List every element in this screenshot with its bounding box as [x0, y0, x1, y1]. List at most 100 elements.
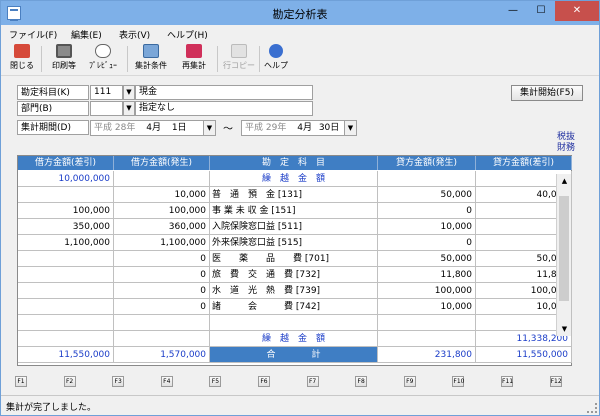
- account-label: 勘定科目(K): [17, 85, 89, 100]
- dept-dropdown-icon[interactable]: ▼: [123, 101, 135, 116]
- table-cell-account[interactable]: 普 通 預 金 [131]: [210, 187, 378, 203]
- print-button[interactable]: 印刷等: [47, 44, 81, 74]
- table-cell-account[interactable]: 外来保険窓口益 [515]: [210, 235, 378, 251]
- fkey-f6[interactable]: F6: [258, 376, 270, 387]
- close-icon: [14, 44, 30, 58]
- table-cell-dr-gross[interactable]: [114, 315, 210, 331]
- table-cell-account[interactable]: 繰 越 金 額: [210, 171, 378, 187]
- table-cell-cr-gross[interactable]: 100,000: [378, 283, 476, 299]
- scroll-thumb[interactable]: [559, 196, 569, 301]
- table-cell-dr-net[interactable]: [18, 267, 114, 283]
- fkey-f9[interactable]: F9: [403, 376, 416, 387]
- title-bar[interactable]: 勘定分析表 — ☐ ✕: [1, 1, 599, 25]
- table-cell-dr-net[interactable]: [18, 299, 114, 315]
- function-key-bar: F1 F2 F3 F4 F5 F6 F7 F8 F9 F10 F11 F12: [1, 373, 599, 391]
- table-cell-dr-gross[interactable]: 0: [114, 299, 210, 315]
- table-cell-cr-gross[interactable]: 11,800: [378, 267, 476, 283]
- table-cell-dr-net[interactable]: 1,100,000: [18, 235, 114, 251]
- table-cell-dr-net[interactable]: 350,000: [18, 219, 114, 235]
- scroll-down-icon[interactable]: ▼: [557, 322, 572, 336]
- table-cell-cr-gross[interactable]: [378, 171, 476, 187]
- table-cell-dr-gross[interactable]: 10,000: [114, 187, 210, 203]
- table-cell-account[interactable]: 旅 費 交 通 費 [732]: [210, 267, 378, 283]
- fkey-f5[interactable]: F5: [209, 376, 222, 387]
- table-cell-cr-gross[interactable]: 10,000: [378, 219, 476, 235]
- table-cell-account[interactable]: 入院保険窓口益 [511]: [210, 219, 378, 235]
- start-aggregation-button[interactable]: 集計開始(F5): [511, 85, 583, 101]
- vertical-scrollbar[interactable]: ▲ ▼: [556, 174, 571, 336]
- table-cell-dr-net[interactable]: [18, 283, 114, 299]
- preview-button[interactable]: ﾌﾟﾚﾋﾞｭｰ: [85, 44, 121, 74]
- table-cell-dr-net[interactable]: [18, 187, 114, 203]
- table-cell-dr-gross[interactable]: 100,000: [114, 203, 210, 219]
- fkey-f1[interactable]: F1: [15, 376, 27, 387]
- header-debit-gross: 借方金額(発生): [114, 156, 210, 170]
- menu-file[interactable]: ファイル(F): [9, 28, 57, 41]
- table-cell-dr-gross[interactable]: 0: [114, 267, 210, 283]
- list-icon: [143, 44, 159, 58]
- fkey-f7[interactable]: F7: [306, 376, 319, 387]
- minimize-button[interactable]: —: [499, 1, 527, 21]
- header-account: 勘 定 科 目: [210, 156, 378, 170]
- dept-name: 指定なし: [135, 101, 313, 116]
- fkey-f12[interactable]: F12: [549, 376, 562, 387]
- total-credit-gross: 231,800: [378, 347, 476, 363]
- table-cell-cr-gross[interactable]: 10,000: [378, 299, 476, 315]
- table-cell-dr-gross[interactable]: 360,000: [114, 219, 210, 235]
- to-date-dropdown-icon[interactable]: ▼: [344, 121, 356, 135]
- carry-forward-label: 繰 越 金 額: [210, 331, 378, 347]
- status-message: 集計が完了しました。: [6, 403, 97, 413]
- table-cell-dr-gross[interactable]: [114, 171, 210, 187]
- period-separator: ～: [223, 124, 233, 135]
- table-cell-account[interactable]: 水 道 光 熱 費 [739]: [210, 283, 378, 299]
- fkey-f3[interactable]: F3: [112, 376, 125, 387]
- table-cell-cr-gross[interactable]: 0: [378, 235, 476, 251]
- table-cell-cr-gross[interactable]: 50,000: [378, 251, 476, 267]
- menu-edit[interactable]: 編集(E): [71, 28, 102, 41]
- scroll-up-icon[interactable]: ▲: [557, 174, 572, 188]
- from-date-dropdown-icon[interactable]: ▼: [203, 121, 215, 135]
- table-cell-dr-gross[interactable]: 0: [114, 251, 210, 267]
- table-cell-account[interactable]: 諸 会 費 [742]: [210, 299, 378, 315]
- table-cell-dr-net[interactable]: [18, 251, 114, 267]
- table-cell-dr-net[interactable]: 100,000: [18, 203, 114, 219]
- close-button[interactable]: 閉じる: [7, 44, 37, 74]
- period-label: 集計期間(D): [17, 120, 89, 135]
- total-label: 合 計: [210, 347, 378, 363]
- fkey-f2[interactable]: F2: [63, 376, 76, 387]
- recalc-button[interactable]: 再集計: [175, 44, 213, 74]
- fkey-f10[interactable]: F10: [452, 376, 464, 387]
- preview-icon: [95, 44, 111, 58]
- help-button[interactable]: ヘルプ: [263, 44, 289, 74]
- table-cell-dr-gross[interactable]: 1,100,000: [114, 235, 210, 251]
- fkey-f11[interactable]: F11: [501, 376, 513, 387]
- fkey-f4[interactable]: F4: [160, 376, 173, 387]
- account-dropdown-icon[interactable]: ▼: [123, 85, 135, 100]
- dept-code-input[interactable]: [90, 101, 123, 116]
- header-debit-net: 借方金額(差引): [18, 156, 114, 170]
- table-cell-account[interactable]: [210, 315, 378, 331]
- close-window-button[interactable]: ✕: [555, 1, 599, 21]
- table-cell-account[interactable]: 医 薬 品 費 [701]: [210, 251, 378, 267]
- table-cell-cr-gross[interactable]: 50,000: [378, 187, 476, 203]
- table-cell-account[interactable]: 事 業 未 収 金 [151]: [210, 203, 378, 219]
- conditions-button[interactable]: 集計条件: [131, 44, 171, 74]
- menu-view[interactable]: 表示(V): [119, 28, 150, 41]
- menu-help[interactable]: ヘルプ(H): [167, 28, 208, 41]
- resize-grip-icon[interactable]: [587, 403, 597, 413]
- menu-bar: ファイル(F) 編集(E) 表示(V) ヘルプ(H): [1, 25, 599, 42]
- table-cell-cr-gross[interactable]: 0: [378, 203, 476, 219]
- account-code-input[interactable]: 111: [90, 85, 123, 100]
- table-cell-dr-net[interactable]: 10,000,000: [18, 171, 114, 187]
- period-to-date[interactable]: 平成 29年 4月 30日 ▼: [241, 120, 357, 136]
- table-cell-cr-gross[interactable]: [378, 315, 476, 331]
- analysis-table: 借方金額(差引) 借方金額(発生) 勘 定 科 目 貸方金額(発生) 貸方金額(…: [17, 155, 572, 366]
- total-debit-gross: 1,570,000: [114, 347, 210, 363]
- table-cell-dr-gross[interactable]: 0: [114, 283, 210, 299]
- maximize-button[interactable]: ☐: [527, 1, 555, 21]
- copy-row-button[interactable]: 行コピー: [221, 44, 257, 74]
- period-from-date[interactable]: 平成 28年 4月 1日 ▼: [90, 120, 216, 136]
- help-icon: [269, 44, 283, 58]
- table-cell-dr-net[interactable]: [18, 315, 114, 331]
- fkey-f8[interactable]: F8: [355, 376, 368, 387]
